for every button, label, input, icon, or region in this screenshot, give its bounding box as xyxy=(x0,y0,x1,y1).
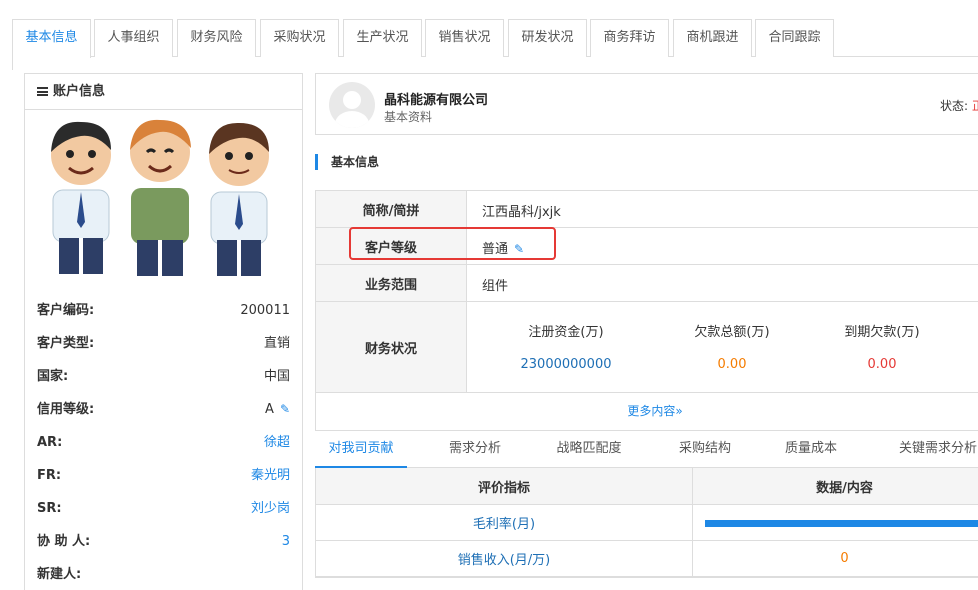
tab-basic-info[interactable]: 基本信息 xyxy=(12,19,91,58)
ar-link[interactable]: 徐超 xyxy=(264,426,290,459)
finance-row: 财务状况 注册资金(万) 欠款总额(万) 到期欠款(万) 23000000000… xyxy=(316,302,978,393)
sales-revenue-value: 0 xyxy=(840,551,849,566)
table-row: 销售收入(月/万) 0 xyxy=(316,541,978,577)
short-name-value: 江西晶科/jxjk xyxy=(482,205,561,220)
fr-row: FR: 秦光明 xyxy=(37,459,290,492)
highlight-box xyxy=(349,227,556,260)
gross-margin-bar-cell xyxy=(693,505,978,540)
company-name: 晶科能源有限公司 xyxy=(384,93,489,108)
creator-row: 新建人: xyxy=(37,558,290,590)
total-debt-value: 0.00 xyxy=(717,357,747,372)
fr-link[interactable]: 秦光明 xyxy=(251,459,290,492)
sr-label: SR: xyxy=(37,501,62,516)
customer-type-value: 直销 xyxy=(263,336,290,351)
fr-label: FR: xyxy=(37,468,62,483)
table-header: 评价指标 数据/内容 xyxy=(316,468,978,505)
subtab-purchase-structure[interactable]: 采购结构 xyxy=(665,430,745,468)
due-debt-header: 到期欠款(万) xyxy=(844,325,920,340)
analysis-tab-bar: 对我司贡献 需求分析 战略匹配度 采购结构 质量成本 关键需求分析 xyxy=(315,430,978,468)
divider xyxy=(12,57,13,70)
metric-sales-revenue[interactable]: 销售收入(月/万) xyxy=(316,541,693,576)
creator-label: 新建人: xyxy=(37,567,82,582)
subtab-demand[interactable]: 需求分析 xyxy=(435,430,515,468)
assistant-count-link[interactable]: 3 xyxy=(282,525,290,558)
assistant-label: 协 助 人: xyxy=(37,534,91,549)
avatar xyxy=(329,82,375,128)
country-row: 国家: 中国 xyxy=(37,360,290,393)
short-name-row: 简称/简拼 江西晶科/jxjk xyxy=(316,191,978,228)
customer-code-row: 客户编码: 200011 xyxy=(37,294,290,327)
tab-contract[interactable]: 合同跟踪 xyxy=(755,19,834,57)
credit-level-value: A xyxy=(265,402,274,417)
table-row: 毛利率(月) xyxy=(316,505,978,541)
business-scope-row: 业务范围 组件 xyxy=(316,265,978,302)
evaluation-table: 评价指标 数据/内容 毛利率(月) 销售收入(月/万) 0 xyxy=(315,468,978,578)
status-label: 状态: xyxy=(940,99,969,113)
ar-row: AR: 徐超 xyxy=(37,426,290,459)
due-debt-value: 0.00 xyxy=(867,357,897,372)
credit-level-label: 信用等级: xyxy=(37,402,95,417)
sr-row: SR: 刘少岗 xyxy=(37,492,290,525)
metric-gross-margin[interactable]: 毛利率(月) xyxy=(316,505,693,540)
customer-code-value: 200011 xyxy=(240,303,290,318)
more-content-link[interactable]: 更多内容» xyxy=(316,393,978,430)
subtab-quality-cost[interactable]: 质量成本 xyxy=(771,430,851,468)
section-title: 基本信息 xyxy=(315,154,379,170)
credit-level-value-wrap: A ✎ xyxy=(265,393,290,426)
customer-type-label: 客户类型: xyxy=(37,336,95,351)
status: 状态: 正 xyxy=(940,97,978,114)
country-label: 国家: xyxy=(37,369,69,384)
tab-production[interactable]: 生产状况 xyxy=(343,19,422,57)
column-header-data: 数据/内容 xyxy=(816,480,873,496)
company-subtitle: 基本资料 xyxy=(384,110,433,124)
registered-capital-header: 注册资金(万) xyxy=(528,325,604,340)
progress-bar xyxy=(705,520,978,527)
tab-sales[interactable]: 销售状况 xyxy=(425,19,504,57)
tab-rnd[interactable]: 研发状况 xyxy=(508,19,587,57)
account-info-title: 账户信息 xyxy=(53,84,106,99)
subtab-contribution[interactable]: 对我司贡献 xyxy=(315,430,407,468)
menu-icon xyxy=(37,87,48,96)
team-illustration xyxy=(51,119,269,276)
sr-link[interactable]: 刘少岗 xyxy=(251,492,290,525)
ar-label: AR: xyxy=(37,435,63,450)
assistant-row: 协 助 人: 3 xyxy=(37,525,290,558)
finance-label: 财务状况 xyxy=(316,302,467,392)
column-header-metric: 评价指标 xyxy=(316,468,693,504)
tab-finance-risk[interactable]: 财务风险 xyxy=(177,19,256,57)
company-profile-header: 晶科能源有限公司 基本资料 状态: 正 xyxy=(315,73,978,135)
account-info-header: 账户信息 xyxy=(25,74,302,110)
top-tab-bar: 基本信息 人事组织 财务风险 采购状况 生产状况 销售状况 研发状况 商务拜访 … xyxy=(12,19,978,58)
total-debt-header: 欠款总额(万) xyxy=(694,325,770,340)
tab-opportunity[interactable]: 商机跟进 xyxy=(673,19,752,57)
customer-type-row: 客户类型: 直销 xyxy=(37,327,290,360)
business-scope-value: 组件 xyxy=(482,279,509,294)
subtab-key-demand[interactable]: 关键需求分析 xyxy=(883,430,978,468)
customer-code-label: 客户编码: xyxy=(37,303,95,318)
account-info-card: 账户信息 客户编码: 200011 客户类型: 直销 国家: 中国 信用等级: … xyxy=(24,73,303,590)
business-scope-label: 业务范围 xyxy=(316,265,467,301)
registered-capital-value: 23000000000 xyxy=(520,357,612,372)
status-value: 正 xyxy=(971,99,978,113)
short-name-label: 简称/简拼 xyxy=(316,191,467,227)
edit-pencil-icon[interactable]: ✎ xyxy=(280,393,290,426)
subtab-strategy[interactable]: 战略匹配度 xyxy=(543,430,635,468)
tab-business-visit[interactable]: 商务拜访 xyxy=(590,19,669,57)
tab-purchasing[interactable]: 采购状况 xyxy=(260,19,339,57)
tab-hr-org[interactable]: 人事组织 xyxy=(94,19,173,57)
credit-level-row: 信用等级: A ✎ xyxy=(37,393,290,426)
country-value: 中国 xyxy=(263,369,290,384)
